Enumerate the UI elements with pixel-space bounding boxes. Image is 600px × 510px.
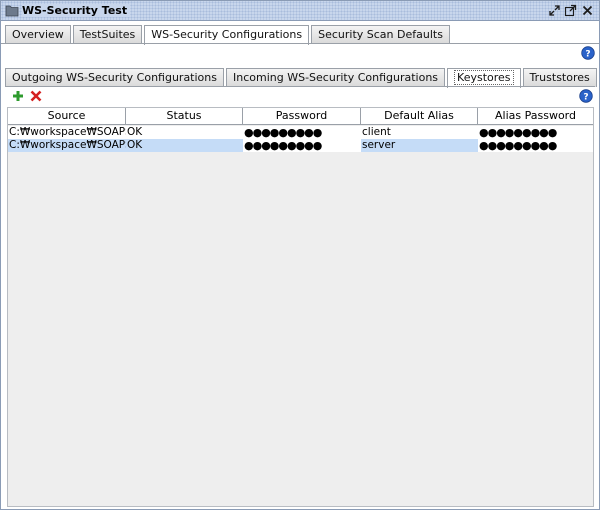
plus-icon[interactable]: [11, 89, 25, 103]
table-row[interactable]: C:₩workspace₩SOAPSe... OK ●●●●●●●●● clie…: [8, 126, 593, 139]
cell-default-alias[interactable]: server: [361, 139, 478, 152]
column-header-status[interactable]: Status: [126, 108, 243, 125]
table-row-selected[interactable]: C:₩workspace₩SOAPSe... OK ●●●●●●●●● serv…: [8, 139, 593, 152]
column-header-source[interactable]: Source: [8, 108, 126, 125]
folder-icon: [5, 5, 19, 17]
tab-outgoing-configurations[interactable]: Outgoing WS-Security Configurations: [5, 68, 224, 87]
cell-status[interactable]: OK: [126, 126, 243, 139]
tab-testsuites[interactable]: TestSuites: [72, 25, 143, 44]
cell-password[interactable]: ●●●●●●●●●: [243, 139, 361, 152]
tab-label: Overview: [12, 28, 64, 41]
tab-label: TestSuites: [79, 28, 136, 41]
cell-password[interactable]: ●●●●●●●●●: [243, 126, 361, 139]
ws-security-window: WS-Security Test Overview TestSuites WS-…: [0, 0, 600, 510]
svg-text:?: ?: [585, 50, 590, 60]
tab-label: Incoming WS-Security Configurations: [233, 71, 439, 84]
tab-label: Outgoing WS-Security Configurations: [12, 71, 217, 84]
cell-source[interactable]: C:₩workspace₩SOAPSe...: [8, 126, 126, 139]
tab-label: Keystores: [454, 70, 514, 85]
tab-label: Security Scan Defaults: [318, 28, 443, 41]
cell-status[interactable]: OK: [126, 139, 243, 152]
title-bar[interactable]: WS-Security Test: [1, 1, 599, 21]
x-icon[interactable]: [29, 89, 43, 103]
table-header: Source Status Password Default Alias Ali…: [8, 108, 593, 125]
inner-tab-bar: Outgoing WS-Security Configurations Inco…: [5, 68, 599, 88]
cell-source[interactable]: C:₩workspace₩SOAPSe...: [8, 139, 126, 152]
divider: [5, 86, 595, 87]
svg-text:?: ?: [583, 93, 588, 103]
tab-label: WS-Security Configurations: [151, 28, 303, 41]
tab-keystores[interactable]: Keystores: [447, 68, 521, 88]
column-header-password[interactable]: Password: [243, 108, 361, 125]
window-title: WS-Security Test: [22, 4, 131, 17]
column-header-alias-password[interactable]: Alias Password: [478, 108, 593, 125]
cell-default-alias[interactable]: client: [361, 126, 478, 139]
divider: [1, 43, 599, 44]
help-icon[interactable]: ?: [579, 89, 593, 103]
tab-label: Truststores: [529, 71, 590, 84]
cell-alias-password[interactable]: ●●●●●●●●●: [478, 126, 593, 139]
tab-incoming-configurations[interactable]: Incoming WS-Security Configurations: [226, 68, 446, 87]
column-header-default-alias[interactable]: Default Alias: [361, 108, 478, 125]
tab-overview[interactable]: Overview: [5, 25, 71, 44]
outer-tab-bar: Overview TestSuites WS-Security Configur…: [5, 25, 452, 45]
cell-alias-password[interactable]: ●●●●●●●●●: [478, 139, 593, 152]
detach-icon[interactable]: [564, 4, 577, 17]
tab-security-scan-defaults[interactable]: Security Scan Defaults: [311, 25, 450, 44]
close-icon[interactable]: [581, 4, 594, 17]
tab-truststores[interactable]: Truststores: [522, 68, 597, 87]
help-icon[interactable]: ?: [581, 46, 595, 60]
restore-icon[interactable]: [548, 4, 561, 17]
tab-ws-security-configurations[interactable]: WS-Security Configurations: [144, 25, 310, 45]
keystores-table[interactable]: Source Status Password Default Alias Ali…: [7, 107, 594, 507]
